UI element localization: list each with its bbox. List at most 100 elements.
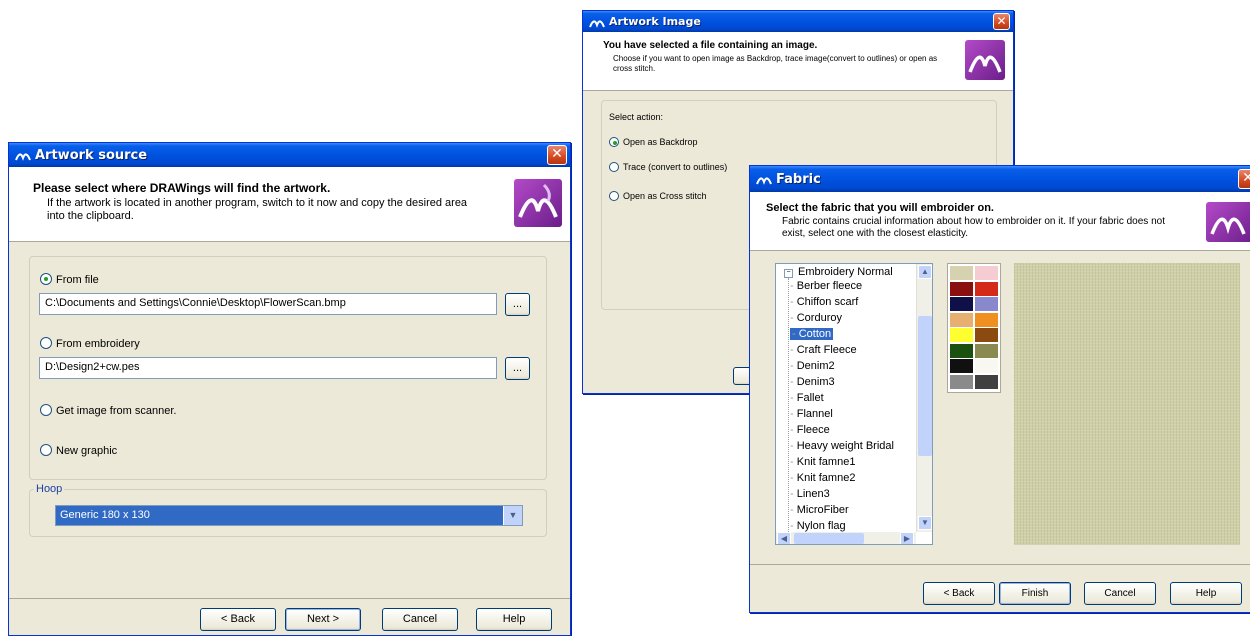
radio-unselected-icon	[40, 444, 52, 456]
tree-item[interactable]: - Knit famne2	[790, 472, 855, 484]
tree-item[interactable]: - Denim2	[790, 360, 835, 372]
tree-item-label: Chiffon scarf	[796, 296, 859, 308]
close-button[interactable]: ✕	[993, 13, 1010, 30]
scanner-radio[interactable]: Get image from scanner.	[40, 404, 176, 417]
tree-item[interactable]: - Knit famne1	[790, 456, 855, 468]
from-file-path-input[interactable]: C:\Documents and Settings\Connie\Desktop…	[39, 293, 497, 315]
color-swatch[interactable]	[950, 328, 973, 342]
from-embroidery-path-input[interactable]: D:\Design2+cw.pes	[39, 357, 497, 379]
open-as-backdrop-radio[interactable]: Open as Backdrop	[609, 137, 698, 147]
color-swatch[interactable]	[950, 312, 973, 327]
hoop-select[interactable]: Generic 180 x 130 ▼	[55, 505, 523, 526]
radio-unselected-icon	[609, 191, 619, 201]
tree-item[interactable]: - Berber fleece	[790, 280, 862, 292]
fabric-preview-image	[1014, 263, 1240, 545]
color-swatch[interactable]	[975, 266, 998, 280]
collapse-icon[interactable]: −	[784, 269, 793, 278]
scroll-thumb-h[interactable]	[794, 533, 864, 544]
wizard-header: Please select where DRAWings will find t…	[9, 167, 570, 242]
cancel-button[interactable]: Cancel	[1084, 582, 1156, 605]
color-swatch[interactable]	[975, 359, 998, 373]
wizard-header: Select the fabric that you will embroide…	[750, 192, 1250, 251]
color-swatch[interactable]	[975, 281, 998, 296]
drawings-app-icon	[756, 177, 772, 185]
tree-item[interactable]: - Nylon flag	[790, 520, 846, 532]
tree-root[interactable]: − Embroidery Normal	[784, 266, 893, 278]
tree-branch-line: -	[790, 424, 797, 436]
color-swatch[interactable]	[975, 297, 998, 311]
hoop-selected-value: Generic 180 x 130	[60, 509, 150, 521]
tree-item-label: Knit famne2	[796, 472, 856, 484]
scroll-left-icon[interactable]: ◀	[777, 532, 791, 544]
scroll-up-icon[interactable]: ▲	[918, 265, 932, 279]
color-swatch[interactable]	[975, 312, 998, 327]
tree-item[interactable]: - Linen3	[790, 488, 830, 500]
wizard-header: You have selected a file containing an i…	[583, 32, 1013, 91]
header-title: Select the fabric that you will embroide…	[766, 202, 994, 214]
scroll-right-icon[interactable]: ▶	[900, 532, 914, 544]
tree-item[interactable]: - Cotton	[790, 328, 834, 340]
from-embroidery-radio[interactable]: From embroidery	[40, 337, 140, 350]
tree-item[interactable]: - Chiffon scarf	[790, 296, 858, 308]
color-swatch[interactable]	[975, 343, 998, 358]
artwork-source-titlebar[interactable]: Artwork source ✕	[9, 143, 570, 167]
chevron-down-icon[interactable]: ▼	[503, 506, 522, 525]
tree-item[interactable]: - Corduroy	[790, 312, 842, 324]
tree-root-label: Embroidery Normal	[798, 266, 893, 278]
back-button[interactable]: < Back	[200, 608, 276, 631]
radio-selected-icon	[40, 273, 52, 285]
trace-radio[interactable]: Trace (convert to outlines)	[609, 162, 727, 172]
radio-selected-icon	[609, 137, 619, 147]
help-button[interactable]: Help	[476, 608, 552, 631]
from-file-radio[interactable]: From file	[40, 273, 99, 286]
color-swatch[interactable]	[950, 374, 973, 389]
artwork-image-titlebar[interactable]: Artwork Image ✕	[583, 11, 1013, 32]
tree-item[interactable]: - Denim3	[790, 376, 835, 388]
color-swatch[interactable]	[950, 297, 973, 311]
cross-stitch-radio[interactable]: Open as Cross stitch	[609, 191, 707, 201]
tree-branch-line: -	[790, 456, 797, 468]
tree-branch-line: -	[790, 504, 797, 516]
tree-item[interactable]: - Flannel	[790, 408, 833, 420]
drawings-logo-icon	[1206, 202, 1250, 242]
tree-item-label: Denim2	[796, 360, 835, 372]
tree-branch-line: -	[790, 360, 797, 372]
tree-item-label: Fleece	[796, 424, 830, 436]
fabric-tree[interactable]: − Embroidery Normal - Berber fleece - Chif…	[775, 263, 933, 545]
tree-item-label: MicroFiber	[796, 504, 849, 516]
tree-item[interactable]: - Fallet	[790, 392, 824, 404]
fabric-titlebar[interactable]: Fabric ✕	[750, 166, 1250, 192]
new-graphic-radio[interactable]: New graphic	[40, 444, 117, 457]
tree-item[interactable]: - Craft Fleece	[790, 344, 857, 356]
color-swatch[interactable]	[950, 266, 973, 280]
footer-divider	[9, 598, 570, 599]
scroll-thumb[interactable]	[918, 316, 932, 456]
next-button[interactable]: Next >	[285, 608, 361, 631]
tree-item[interactable]: - Fleece	[790, 424, 830, 436]
back-button[interactable]: < Back	[923, 582, 995, 605]
color-swatch[interactable]	[975, 328, 998, 342]
tree-branch-line: -	[790, 376, 797, 388]
close-button[interactable]: ✕	[1238, 169, 1250, 189]
tree-branch-line: -	[792, 328, 799, 340]
color-swatch[interactable]	[950, 281, 973, 296]
tree-item-label: Linen3	[796, 488, 830, 500]
cancel-button[interactable]: Cancel	[382, 608, 458, 631]
finish-button[interactable]: Finish	[999, 582, 1071, 605]
vertical-scrollbar[interactable]: ▲ ▼	[916, 264, 932, 532]
color-palette	[947, 263, 1001, 393]
browse-file-button[interactable]: ...	[505, 293, 530, 316]
color-swatch[interactable]	[950, 343, 973, 358]
tree-item-label: Craft Fleece	[796, 344, 857, 356]
header-title: Please select where DRAWings will find t…	[33, 181, 331, 195]
browse-embroidery-button[interactable]: ...	[505, 357, 530, 380]
color-swatch[interactable]	[950, 359, 973, 373]
scroll-down-icon[interactable]: ▼	[918, 516, 932, 530]
close-button[interactable]: ✕	[547, 145, 567, 165]
tree-item[interactable]: - MicroFiber	[790, 504, 849, 516]
horizontal-scrollbar[interactable]: ◀ ▶	[776, 532, 916, 544]
tree-item[interactable]: - Heavy weight Bridal	[790, 440, 894, 452]
color-swatch[interactable]	[975, 374, 998, 389]
tree-branch-line: -	[790, 312, 797, 324]
help-button[interactable]: Help	[1170, 582, 1242, 605]
